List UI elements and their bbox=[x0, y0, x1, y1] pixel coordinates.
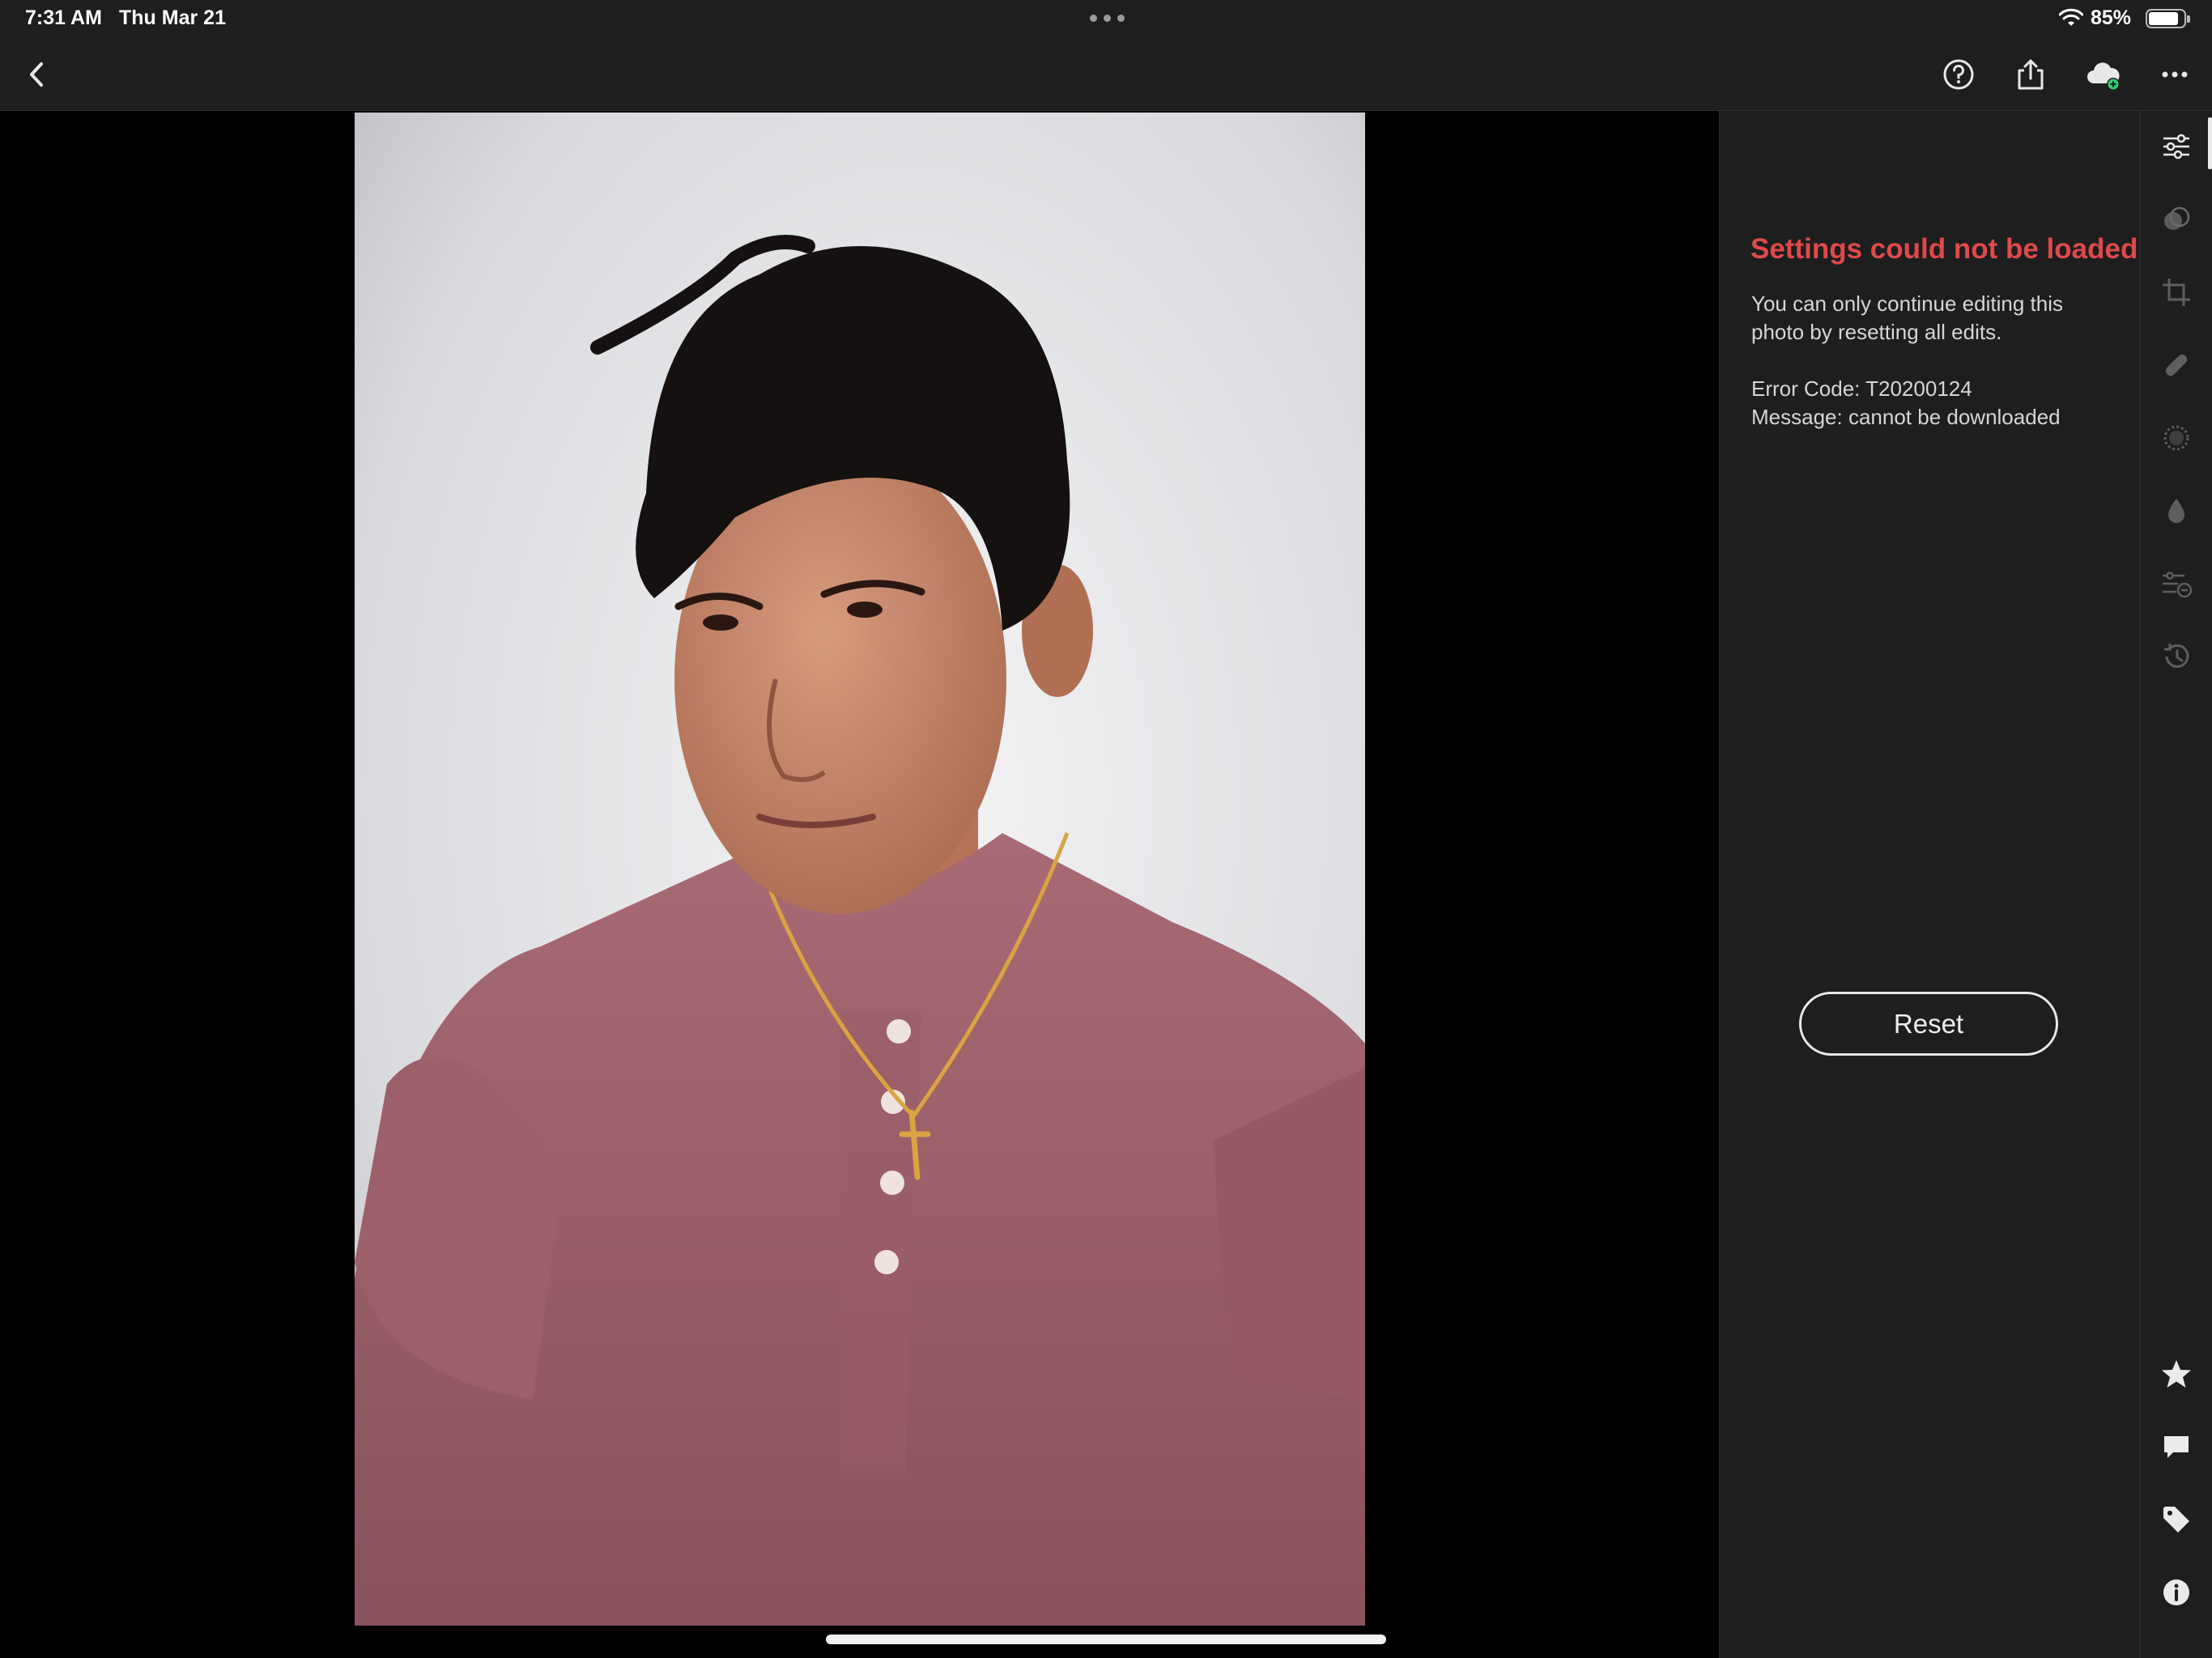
cloud-sync-icon bbox=[2087, 62, 2120, 91]
edit-sliders-icon bbox=[2163, 134, 2189, 159]
edit-panel: Settings could not be loaded You can onl… bbox=[1719, 111, 2140, 1658]
rating-star-icon bbox=[2162, 1360, 2191, 1388]
photo-canvas[interactable] bbox=[0, 111, 1719, 1658]
more-horizontal-icon bbox=[2162, 71, 2188, 78]
history-tool-button[interactable] bbox=[2154, 634, 2199, 679]
keyword-tag-icon bbox=[2163, 1507, 2189, 1533]
comment-icon bbox=[2164, 1436, 2189, 1458]
error-title: Settings could not be loaded bbox=[1750, 233, 2138, 265]
top-toolbar bbox=[0, 39, 2212, 111]
rating-button[interactable] bbox=[2154, 1351, 2199, 1397]
battery-icon bbox=[2146, 9, 2190, 28]
tool-rail bbox=[2140, 111, 2212, 1658]
healing-icon bbox=[2165, 354, 2188, 376]
error-message: Message: cannot be downloaded bbox=[1751, 405, 2061, 429]
multitasking-dots-icon[interactable] bbox=[1090, 15, 1125, 23]
presets-icon bbox=[2164, 206, 2190, 230]
status-bar: 7:31 AM Thu Mar 21 85% bbox=[0, 0, 2212, 39]
healing-tool-button[interactable] bbox=[2154, 342, 2199, 388]
reset-button[interactable]: Reset bbox=[1799, 992, 2058, 1056]
error-code: Error Code: T20200124 bbox=[1751, 376, 1972, 401]
cloud-sync-button[interactable] bbox=[2080, 52, 2125, 97]
keywords-button[interactable] bbox=[2154, 1497, 2199, 1542]
share-icon bbox=[2018, 59, 2044, 90]
status-time: 7:31 AM bbox=[25, 6, 102, 29]
help-button[interactable] bbox=[1936, 52, 1981, 97]
color-mix-tool-button[interactable] bbox=[2154, 488, 2199, 534]
versions-icon bbox=[2163, 572, 2193, 598]
crop-icon bbox=[2163, 278, 2190, 306]
home-indicator[interactable] bbox=[826, 1635, 1386, 1644]
color-mix-icon bbox=[2168, 499, 2184, 523]
edit-tool-button[interactable] bbox=[2154, 124, 2199, 169]
versions-tool-button[interactable] bbox=[2154, 561, 2199, 606]
masking-tool-button[interactable] bbox=[2154, 415, 2199, 461]
info-button[interactable] bbox=[2154, 1570, 2199, 1615]
error-description: You can only continue editing this photo… bbox=[1751, 291, 2063, 344]
portrait-image bbox=[355, 113, 1365, 1626]
active-tool-indicator bbox=[2208, 117, 2212, 169]
portrait-photo[interactable] bbox=[355, 113, 1365, 1626]
comments-button[interactable] bbox=[2154, 1424, 2199, 1469]
share-button[interactable] bbox=[2008, 52, 2053, 97]
more-button[interactable] bbox=[2152, 52, 2197, 97]
back-button[interactable] bbox=[15, 52, 60, 97]
info-icon bbox=[2163, 1579, 2189, 1605]
error-details: Error Code: T20200124 Message: cannot be… bbox=[1751, 375, 2108, 432]
battery-percent: 85% bbox=[2091, 6, 2132, 29]
crop-tool-button[interactable] bbox=[2154, 270, 2199, 315]
wifi-icon bbox=[2059, 8, 2083, 26]
chevron-left-icon bbox=[30, 62, 43, 87]
help-circle-icon bbox=[1943, 59, 1974, 90]
presets-tool-button[interactable] bbox=[2154, 197, 2199, 242]
history-icon bbox=[2164, 644, 2189, 668]
masking-icon bbox=[2163, 425, 2189, 451]
status-date: Thu Mar 21 bbox=[119, 6, 226, 29]
